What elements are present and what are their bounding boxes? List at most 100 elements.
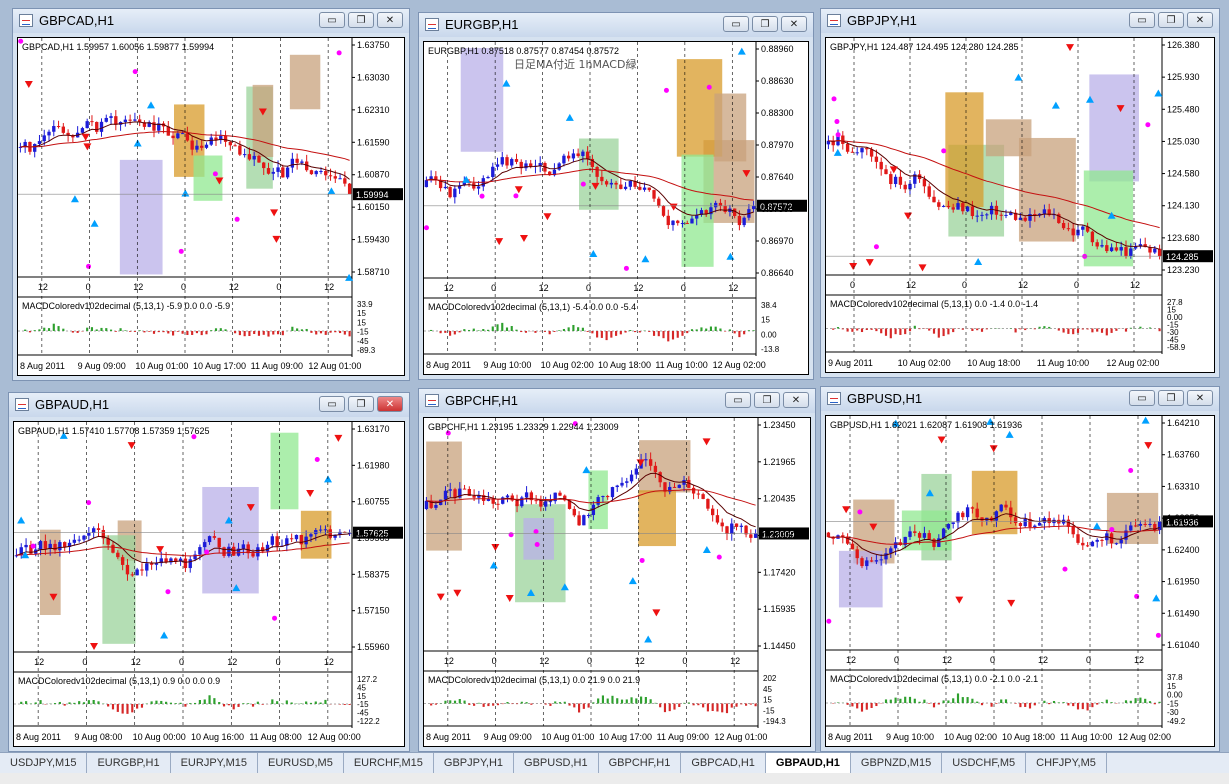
chart-tab[interactable]: GBPCHF,H1 [599, 753, 682, 774]
chart-tab[interactable]: GBPNZD,M15 [851, 753, 943, 774]
window-titlebar[interactable]: GBPUSD,H1 ▭ ❐ ✕ [821, 387, 1219, 411]
chart-window-gbpchf[interactable]: GBPCHF,H1 ▭ ❐ ✕ 1.23009 1.23450 1.21965 1.2… [418, 388, 816, 752]
minimize-button[interactable]: ▭ [725, 392, 751, 408]
window-titlebar[interactable]: GBPCAD,H1 ▭ ❐ ✕ [13, 9, 409, 33]
candle-body [932, 196, 936, 203]
chart-tab[interactable]: EURUSD,M5 [258, 753, 344, 774]
candle-body [1114, 543, 1119, 545]
stop-dot-icon [1128, 468, 1134, 474]
minimize-button[interactable]: ▭ [319, 396, 345, 412]
candle-body [319, 171, 323, 173]
candle-body [128, 119, 132, 121]
stop-dot-icon [623, 265, 629, 271]
candle-body [252, 155, 256, 160]
chart-canvas: 124.285 126.380 125.930 125.480 125.030 124.5… [826, 38, 1213, 368]
price-chart[interactable]: 1.23009 1.23450 1.21965 1.20435 1.18950 1.174… [423, 417, 811, 747]
close-button[interactable]: ✕ [377, 12, 403, 28]
minimize-button[interactable]: ▭ [319, 12, 345, 28]
restore-button[interactable]: ❐ [754, 392, 780, 408]
candle-body [343, 178, 347, 184]
chart-tab[interactable]: CHFJPY,M5 [1026, 753, 1107, 774]
stop-dot-icon [178, 248, 184, 254]
candle-body [975, 508, 979, 518]
date-label: 10 Aug 02:00 [541, 360, 594, 370]
window-titlebar[interactable]: GBPAUD,H1 ▭ ❐ ✕ [9, 393, 409, 417]
restore-button[interactable]: ❐ [1158, 390, 1184, 406]
sell-arrow-icon [865, 259, 874, 267]
candle-body [850, 151, 855, 153]
candle-body [671, 220, 675, 226]
signal-zone [460, 47, 504, 152]
candle-body [114, 116, 118, 125]
minimize-button[interactable]: ▭ [723, 16, 749, 32]
minimize-button[interactable]: ▭ [1129, 390, 1155, 406]
chart-window-gbpaud[interactable]: GBPAUD,H1 ▭ ❐ ✕ 1.57625 1.63170 1.61980 1.6… [8, 392, 410, 752]
candle-body [922, 533, 927, 538]
sell-arrow-icon [270, 209, 279, 217]
chart-tab[interactable]: EURCHF,M15 [344, 753, 434, 774]
chart-window-gbpusd[interactable]: GBPUSD,H1 ▭ ❐ ✕ 1.61936 1.64210 1.63760 1.6… [820, 386, 1220, 752]
candle-body [242, 154, 247, 156]
sell-arrow-icon [669, 203, 678, 211]
window-titlebar[interactable]: EURGBP,H1 ▭ ❐ ✕ [419, 13, 813, 37]
price-tick-label: 125.480 [1167, 104, 1200, 114]
candle-body [725, 526, 729, 534]
chart-window-gbpcad[interactable]: GBPCAD,H1 ▭ ❐ ✕ 1.59994 1.63750 1.63030 1.6… [12, 8, 410, 381]
chart-tab[interactable]: GBPCAD,H1 [681, 753, 766, 774]
candle-body [203, 542, 207, 548]
sell-arrow-icon [90, 642, 99, 650]
chart-tab[interactable]: EURJPY,M15 [171, 753, 259, 774]
close-button[interactable]: ✕ [781, 16, 807, 32]
price-tick-label: 123.230 [1167, 265, 1200, 275]
candle-body [1081, 226, 1085, 230]
chart-tab[interactable]: GBPAUD,H1 [765, 753, 851, 774]
chart-window-gbpjpy[interactable]: GBPJPY,H1 ▭ ❐ ✕ 124.285 126.380 125.930 125… [820, 8, 1220, 378]
chart-window-icon [827, 14, 841, 27]
candle-body [1143, 523, 1147, 525]
price-tick-label: 1.18950 [763, 531, 796, 541]
close-button[interactable]: ✕ [783, 392, 809, 408]
chart-tab[interactable]: GBPJPY,H1 [434, 753, 515, 774]
macd-scale-label: -15 [1167, 699, 1179, 708]
price-chart[interactable]: 1.57625 1.63170 1.61980 1.60755 1.59565 1.583… [13, 421, 405, 747]
price-chart[interactable]: 124.285 126.380 125.930 125.480 125.030 124.5… [825, 37, 1215, 373]
candle-body [476, 186, 481, 189]
date-label: 12 Aug 00:00 [308, 732, 361, 742]
chart-tab[interactable]: USDCHF,M5 [942, 753, 1027, 774]
candle-body [462, 488, 467, 490]
candle-body [951, 207, 955, 210]
price-tick-label: 1.63750 [357, 40, 390, 50]
candle-body [879, 559, 883, 561]
close-button[interactable]: ✕ [1187, 12, 1213, 28]
window-titlebar[interactable]: GBPJPY,H1 ▭ ❐ ✕ [821, 9, 1219, 33]
candle-body [753, 533, 758, 538]
window-titlebar[interactable]: GBPCHF,H1 ▭ ❐ ✕ [419, 389, 815, 413]
buy-arrow-icon [1141, 416, 1150, 424]
close-button[interactable]: ✕ [1187, 390, 1213, 406]
restore-button[interactable]: ❐ [348, 396, 374, 412]
candle-body [586, 515, 591, 517]
candle-body [104, 117, 108, 122]
candle-body [1023, 518, 1027, 527]
close-button[interactable]: ✕ [377, 396, 403, 412]
chart-window-eurgbp[interactable]: EURGBP,H1 ▭ ❐ ✕ 0.87572 0.88960 0.88630 0.8… [418, 12, 814, 380]
chart-tab[interactable]: EURGBP,H1 [87, 753, 171, 774]
hour-label: 12 [1130, 280, 1140, 290]
candle-body [576, 153, 580, 157]
chart-tab[interactable]: USDJPY,M15 [0, 753, 88, 774]
restore-button[interactable]: ❐ [348, 12, 374, 28]
restore-button[interactable]: ❐ [1158, 12, 1184, 28]
sell-arrow-icon [436, 593, 445, 601]
macd-scale-label: -49.2 [1167, 717, 1186, 726]
price-chart[interactable]: 1.59994 1.63750 1.63030 1.62310 1.61590 1.608… [17, 37, 405, 376]
sell-arrow-icon [81, 133, 90, 141]
symbol-header: GBPUSD,H1 1.62021 1.62087 1.61908 1.6193… [830, 420, 1022, 430]
price-chart[interactable]: 1.61936 1.64210 1.63760 1.63310 1.62850 1.624… [825, 415, 1215, 747]
restore-button[interactable]: ❐ [752, 16, 778, 32]
chart-tab[interactable]: GBPUSD,H1 [514, 753, 599, 774]
hour-label: 12 [1038, 655, 1048, 665]
price-tick-label: 1.14450 [763, 641, 796, 651]
minimize-button[interactable]: ▭ [1129, 12, 1155, 28]
price-chart[interactable]: 0.87572 0.88960 0.88630 0.88300 0.87970 0.876… [423, 41, 809, 375]
candle-body [434, 505, 438, 508]
